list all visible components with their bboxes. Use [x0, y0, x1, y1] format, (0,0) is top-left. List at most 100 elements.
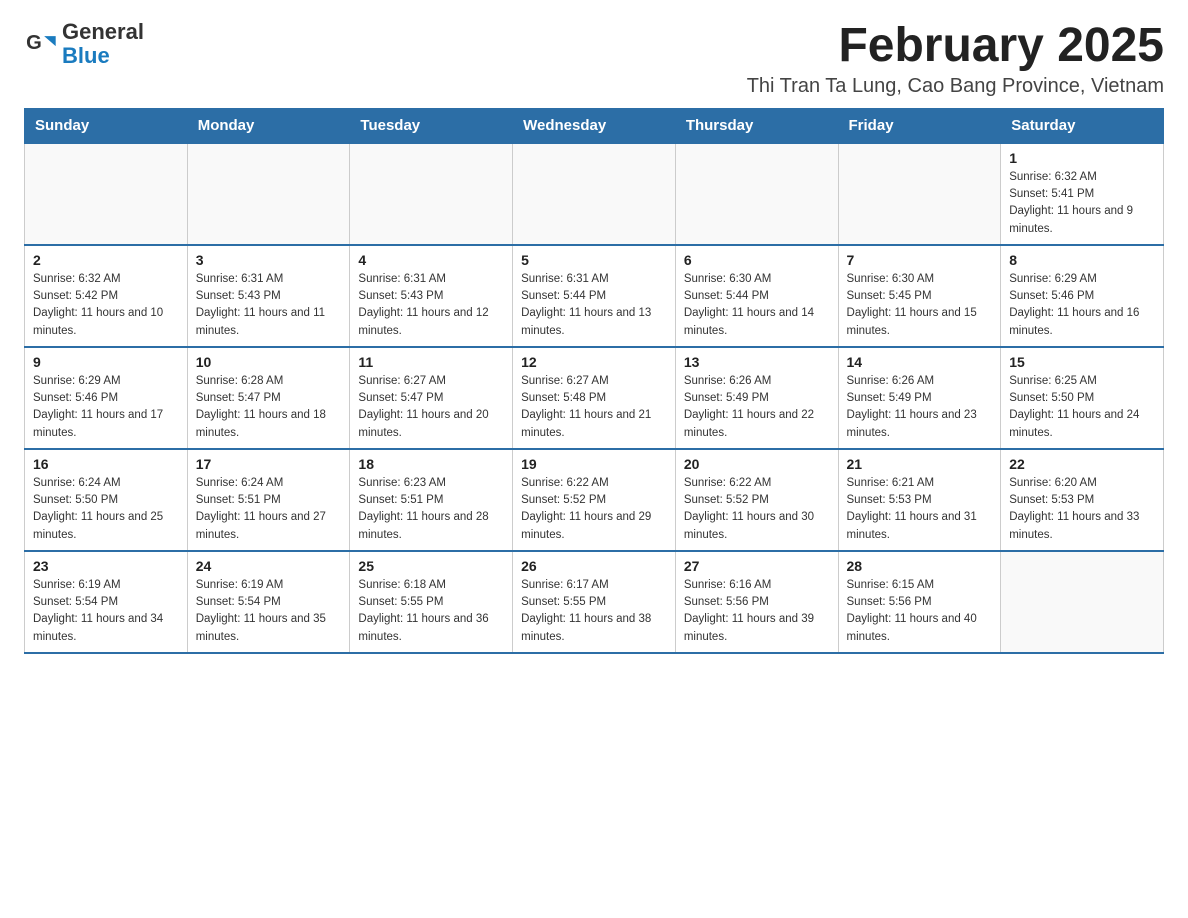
day-info: Sunrise: 6:24 AMSunset: 5:50 PMDaylight:… [33, 475, 179, 544]
header-friday: Friday [838, 108, 1001, 143]
day-number: 9 [33, 354, 179, 370]
calendar-cell [25, 143, 188, 245]
day-number: 14 [847, 354, 993, 370]
logo-text-blue: Blue [62, 44, 144, 68]
day-number: 1 [1009, 150, 1155, 166]
day-number: 16 [33, 456, 179, 472]
day-number: 5 [521, 252, 667, 268]
calendar-cell: 10 Sunrise: 6:28 AMSunset: 5:47 PMDayligh… [187, 347, 350, 449]
day-info: Sunrise: 6:17 AMSunset: 5:55 PMDaylight:… [521, 577, 667, 646]
logo-text-general: General [62, 20, 144, 44]
day-info: Sunrise: 6:25 AMSunset: 5:50 PMDaylight:… [1009, 373, 1155, 442]
week-row-2: 2Sunrise: 6:32 AMSunset: 5:42 PMDaylight… [25, 245, 1164, 347]
calendar-cell: 6 Sunrise: 6:30 AMSunset: 5:44 PMDaylight… [675, 245, 838, 347]
day-number: 23 [33, 558, 179, 574]
day-number: 10 [196, 354, 342, 370]
day-number: 13 [684, 354, 830, 370]
calendar-cell: 27Sunrise: 6:16 AMSunset: 5:56 PMDayligh… [675, 551, 838, 653]
day-info: Sunrise: 6:27 AMSunset: 5:47 PMDaylight:… [358, 373, 504, 442]
calendar-cell: 13Sunrise: 6:26 AMSunset: 5:49 PMDayligh… [675, 347, 838, 449]
day-info: Sunrise: 6:19 AMSunset: 5:54 PMDaylight:… [196, 577, 342, 646]
day-info: Sunrise: 6:32 AMSunset: 5:41 PMDaylight:… [1009, 169, 1155, 238]
day-info: Sunrise: 6:18 AMSunset: 5:55 PMDaylight:… [358, 577, 504, 646]
calendar-cell: 2Sunrise: 6:32 AMSunset: 5:42 PMDaylight… [25, 245, 188, 347]
week-row-3: 9 Sunrise: 6:29 AMSunset: 5:46 PMDaylight… [25, 347, 1164, 449]
day-number: 12 [521, 354, 667, 370]
day-number: 11 [358, 354, 504, 370]
calendar-cell: 9 Sunrise: 6:29 AMSunset: 5:46 PMDaylight… [25, 347, 188, 449]
calendar-cell: 17Sunrise: 6:24 AMSunset: 5:51 PMDayligh… [187, 449, 350, 551]
day-number: 26 [521, 558, 667, 574]
header-sunday: Sunday [25, 108, 188, 143]
calendar-cell: 5 Sunrise: 6:31 AMSunset: 5:44 PMDaylight… [513, 245, 676, 347]
day-number: 18 [358, 456, 504, 472]
calendar-cell: 19 Sunrise: 6:22 AMSunset: 5:52 PMDayligh… [513, 449, 676, 551]
day-info: Sunrise: 6:31 AMSunset: 5:43 PMDaylight:… [358, 271, 504, 340]
week-row-5: 23 Sunrise: 6:19 AMSunset: 5:54 PMDayligh… [25, 551, 1164, 653]
day-info: Sunrise: 6:27 AMSunset: 5:48 PMDaylight:… [521, 373, 667, 442]
day-info: Sunrise: 6:20 AMSunset: 5:53 PMDaylight:… [1009, 475, 1155, 544]
month-title: February 2025 [747, 20, 1164, 73]
logo: G General Blue [24, 20, 144, 68]
calendar-cell: 8 Sunrise: 6:29 AMSunset: 5:46 PMDaylight… [1001, 245, 1164, 347]
week-row-1: 1 Sunrise: 6:32 AMSunset: 5:41 PMDaylight… [25, 143, 1164, 245]
day-number: 4 [358, 252, 504, 268]
calendar-table: Sunday Monday Tuesday Wednesday Thursday… [24, 108, 1164, 654]
calendar-cell [1001, 551, 1164, 653]
title-area: February 2025 Thi Tran Ta Lung, Cao Bang… [747, 20, 1164, 98]
calendar-cell: 21 Sunrise: 6:21 AMSunset: 5:53 PMDayligh… [838, 449, 1001, 551]
day-info: Sunrise: 6:15 AMSunset: 5:56 PMDaylight:… [847, 577, 993, 646]
calendar-cell: 4 Sunrise: 6:31 AMSunset: 5:43 PMDaylight… [350, 245, 513, 347]
day-number: 20 [684, 456, 830, 472]
day-number: 8 [1009, 252, 1155, 268]
calendar-cell: 1 Sunrise: 6:32 AMSunset: 5:41 PMDaylight… [1001, 143, 1164, 245]
calendar-cell: 23Sunrise: 6:19 AMSunset: 5:54 PMDayligh… [25, 551, 188, 653]
day-info: Sunrise: 6:30 AMSunset: 5:45 PMDaylight:… [847, 271, 993, 340]
day-info: Sunrise: 6:29 AMSunset: 5:46 PMDaylight:… [33, 373, 179, 442]
day-info: Sunrise: 6:23 AMSunset: 5:51 PMDaylight:… [358, 475, 504, 544]
calendar-cell: 22 Sunrise: 6:20 AMSunset: 5:53 PMDayligh… [1001, 449, 1164, 551]
day-number: 6 [684, 252, 830, 268]
day-number: 7 [847, 252, 993, 268]
calendar-cell: 24 Sunrise: 6:19 AMSunset: 5:54 PMDayligh… [187, 551, 350, 653]
calendar-cell: 16 Sunrise: 6:24 AMSunset: 5:50 PMDayligh… [25, 449, 188, 551]
day-info: Sunrise: 6:30 AMSunset: 5:44 PMDaylight:… [684, 271, 830, 340]
day-info: Sunrise: 6:22 AMSunset: 5:52 PMDaylight:… [521, 475, 667, 544]
day-info: Sunrise: 6:31 AMSunset: 5:44 PMDaylight:… [521, 271, 667, 340]
day-number: 27 [684, 558, 830, 574]
calendar-cell: 3 Sunrise: 6:31 AMSunset: 5:43 PMDaylight… [187, 245, 350, 347]
calendar-cell: 26 Sunrise: 6:17 AMSunset: 5:55 PMDayligh… [513, 551, 676, 653]
calendar-cell [675, 143, 838, 245]
calendar-cell: 15Sunrise: 6:25 AMSunset: 5:50 PMDayligh… [1001, 347, 1164, 449]
calendar-cell: 18 Sunrise: 6:23 AMSunset: 5:51 PMDayligh… [350, 449, 513, 551]
calendar-cell: 7 Sunrise: 6:30 AMSunset: 5:45 PMDaylight… [838, 245, 1001, 347]
weekday-header-row: Sunday Monday Tuesday Wednesday Thursday… [25, 108, 1164, 143]
day-info: Sunrise: 6:28 AMSunset: 5:47 PMDaylight:… [196, 373, 342, 442]
calendar-cell: 12 Sunrise: 6:27 AMSunset: 5:48 PMDayligh… [513, 347, 676, 449]
header-saturday: Saturday [1001, 108, 1164, 143]
calendar-cell [838, 143, 1001, 245]
day-info: Sunrise: 6:26 AMSunset: 5:49 PMDaylight:… [847, 373, 993, 442]
svg-text:G: G [26, 32, 42, 54]
calendar-cell: 20 Sunrise: 6:22 AMSunset: 5:52 PMDayligh… [675, 449, 838, 551]
day-number: 21 [847, 456, 993, 472]
day-info: Sunrise: 6:22 AMSunset: 5:52 PMDaylight:… [684, 475, 830, 544]
day-number: 19 [521, 456, 667, 472]
calendar-cell [513, 143, 676, 245]
header-tuesday: Tuesday [350, 108, 513, 143]
day-info: Sunrise: 6:24 AMSunset: 5:51 PMDaylight:… [196, 475, 342, 544]
day-info: Sunrise: 6:32 AMSunset: 5:42 PMDaylight:… [33, 271, 179, 340]
day-number: 25 [358, 558, 504, 574]
location-title: Thi Tran Ta Lung, Cao Bang Province, Vie… [747, 75, 1164, 98]
logo-icon: G [24, 26, 60, 62]
day-number: 24 [196, 558, 342, 574]
calendar-cell [187, 143, 350, 245]
day-number: 3 [196, 252, 342, 268]
calendar-cell: 25 Sunrise: 6:18 AMSunset: 5:55 PMDayligh… [350, 551, 513, 653]
day-info: Sunrise: 6:29 AMSunset: 5:46 PMDaylight:… [1009, 271, 1155, 340]
day-info: Sunrise: 6:21 AMSunset: 5:53 PMDaylight:… [847, 475, 993, 544]
calendar-cell: 14 Sunrise: 6:26 AMSunset: 5:49 PMDayligh… [838, 347, 1001, 449]
day-number: 22 [1009, 456, 1155, 472]
day-info: Sunrise: 6:31 AMSunset: 5:43 PMDaylight:… [196, 271, 342, 340]
header-thursday: Thursday [675, 108, 838, 143]
